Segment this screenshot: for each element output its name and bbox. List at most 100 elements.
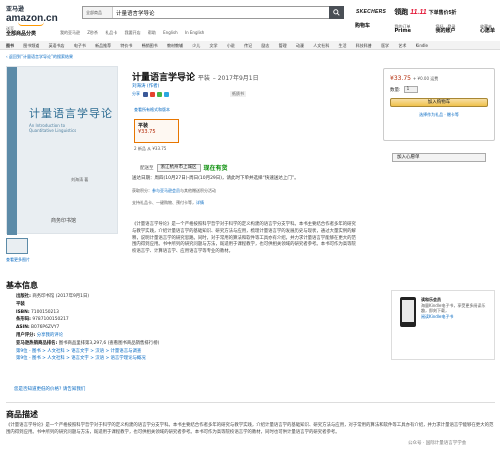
author-link[interactable]: 刘海涛 (作者) [132,83,159,89]
location-select[interactable]: 浙江杭州市上城区 [156,163,201,172]
format-badge: 纸质书 [230,91,246,97]
account-link[interactable]: 您好，登录 我的账户 [435,24,455,38]
payment-info: 支持礼品卡、一键购物、预付卡等，详情 [132,200,204,206]
nav-link[interactable]: Z秒杀 [87,30,98,35]
category-item[interactable]: Kindle [416,43,428,48]
category-item[interactable]: 电子书 [74,43,86,48]
nav-link[interactable]: 我的亚马逊 [60,30,80,35]
category-item[interactable]: 传记 [244,43,252,48]
amazon-logo[interactable]: 亚马逊 amazon.cn [6,4,58,26]
nav-link[interactable]: 我要开店 [125,30,141,35]
divider [6,402,495,403]
format-price-box[interactable]: 平装 ¥33.75 [134,119,179,143]
buy-box: ¥33.75 + ¥0.00 运费 数量: 1 加入购物车 选择作为礼品 · 赠… [383,68,495,141]
nav-link[interactable]: In English [185,30,204,35]
search-bar[interactable]: 全部商品 计量语言学导论 [82,6,344,19]
ship-to-row: 配送至 浙江杭州市上城区 现在有货 [140,163,228,172]
ship-to-label: 配送至 [140,165,154,171]
details-link[interactable]: 详情 [196,200,204,205]
category-item[interactable]: 动漫 [296,43,304,48]
prime-link[interactable]: 参与亚马逊会员 [152,188,180,193]
rank-link[interactable]: 第9位 - 图书 > 人文社科 > 语言文字 > 汉语 > 语言学理论与概况 [16,356,146,361]
kindle-ad[interactable]: 读和乐会员 海量Kindle电子书，享受更多阅读乐趣，即刻下载， 阅读Kindl… [391,290,495,360]
cover-subtitle: An Introduction to Quantitative Linguist… [29,123,77,133]
category-item[interactable]: 文学 [210,43,218,48]
category-item[interactable]: 小说 [227,43,235,48]
info-row: 平装 [16,301,25,307]
info-row: 出版社: 商务印书馆 (2017年9月1日) [16,294,90,299]
category-item[interactable]: 生活 [339,43,347,48]
basic-info-heading: 基本信息 [6,281,38,290]
category-item[interactable]: 新品推荐 [95,43,111,48]
cart-link[interactable]: 购物车 [355,24,370,38]
category-item[interactable]: 少儿 [192,43,200,48]
search-button[interactable] [329,6,344,19]
search-category-select[interactable]: 全部商品 [83,7,113,18]
logo-cn: 亚马逊 [6,6,25,13]
nav-link[interactable]: 帮助 [148,30,156,35]
info-row: ISBN: 7100150213 [16,309,59,315]
points-label: 获取积分： [132,188,152,193]
kindle-device-icon [400,297,416,327]
nav-link[interactable]: 礼品卡 [105,30,117,35]
category-item[interactable]: 图书频道 [23,43,39,48]
share-icon-3[interactable] [157,91,162,97]
product-title: 计量语言学导论 平装 – 2017年9月1日 [132,70,259,83]
add-to-wishlist-button[interactable]: 加入心愿单 [392,153,486,162]
account-nav: 购物车 我的订单 Prime 您好，登录 我的账户 收藏夹 心愿单 [355,24,495,38]
cover-author: 刘海涛 著 [71,177,89,182]
add-to-cart-button[interactable]: 加入购物车 [390,98,488,107]
info-row: 用户评分: 分享我的评论 [16,332,64,338]
category-item[interactable]: 畅销图书 [142,43,158,48]
category-item[interactable]: 图书 [6,43,14,48]
format-price: ¥33.75 [138,129,156,135]
long-description: 《计量语言学导论》是一个严格按照科学哲学对于科学的定义构建的语言学分支学科。本书… [6,423,494,435]
search-input[interactable]: 计量语言学导论 [113,9,329,17]
thumbnail-image[interactable] [6,238,28,254]
report-lower-price-link[interactable]: 您是否知道更低的价格? 请告知我们 [14,386,85,392]
payment-text: 支持礼品卡、一键购物、预付卡等， [132,200,196,205]
nav-link[interactable]: English [163,30,177,35]
deliver-to[interactable]: 送至 全部商品分类 [6,26,36,37]
category-item[interactable]: 教材教辅 [167,43,183,48]
wishlist-link[interactable]: 收藏夹 心愿单 [480,24,495,38]
cover-title: 计量语言学导论 [29,107,113,120]
breadcrumb[interactable]: ‹ 返回到“计量语言学导论”的搜索结果 [6,54,73,60]
promo-banner[interactable]: SKECHERS 领跑 11.11 下单售价5折 [356,5,496,19]
share-icon-1[interactable] [143,91,148,97]
description-heading: 商品描述 [6,410,38,419]
book-cover-image[interactable]: 计量语言学导论 An Introduction to Quantitative … [6,66,118,235]
category-item[interactable]: 管理 [279,43,287,48]
buybox-price: ¥33.75 + ¥0.00 运费 [390,75,439,82]
product-description: 《计量语言学导论》是一个严格按照科学哲学对于科学的定义构建的语言学分支学科。本书… [132,222,356,255]
category-item[interactable]: 医学 [381,43,389,48]
kindle-link[interactable]: 阅读Kindle电子书 [421,314,453,319]
orders-link[interactable]: 我的订单 Prime [395,24,411,38]
stock-status: 现在有货 [203,165,228,172]
title-text: 计量语言学导论 [132,73,196,83]
cover-strip [7,67,17,235]
share-row: 分享 [132,91,171,97]
share-icon-4[interactable] [164,91,169,97]
basic-info-list: 出版社: 商务印书馆 (2017年9月1日) 平装 ISBN: 71001502… [16,293,159,363]
category-item[interactable]: 特价书 [120,43,132,48]
quantity-select[interactable]: 1 [403,86,418,93]
share-label[interactable]: 分享 [132,91,140,97]
all-formats-link[interactable]: 查看所有格式和版本 [134,107,170,113]
category-item[interactable]: 科技科普 [356,43,372,48]
rank-link[interactable]: 第9位 - 图书 > 人文社科 > 语言文字 > 汉语 > 计量语言与调查 [16,349,141,354]
category-item[interactable]: 艺术 [398,43,406,48]
format-label: 平装 [138,123,149,129]
watermark: 公众号 · 国际计量语言学学会 [408,441,467,446]
info-row: 亚马逊热销商品排名: 图书商品里排第3,297,6 (查看图书商品销售排行榜) [16,340,160,346]
review-link[interactable]: 分享我的评论 [37,333,63,338]
new-offers-text[interactable]: 2 新品 从 ¥33.75 [134,146,166,152]
category-item[interactable]: 人文社科 [313,43,329,48]
category-item[interactable]: 励志 [261,43,269,48]
more-images-link[interactable]: 查看更多图片 [6,257,30,263]
qty-label: 数量: [390,87,401,93]
quantity-row: 数量: 1 [390,86,488,93]
gift-option-link[interactable]: 选择作为礼品 · 赠卡等 [390,112,488,118]
category-item[interactable]: 英语书店 [49,43,65,48]
share-icon-2[interactable] [150,91,155,97]
